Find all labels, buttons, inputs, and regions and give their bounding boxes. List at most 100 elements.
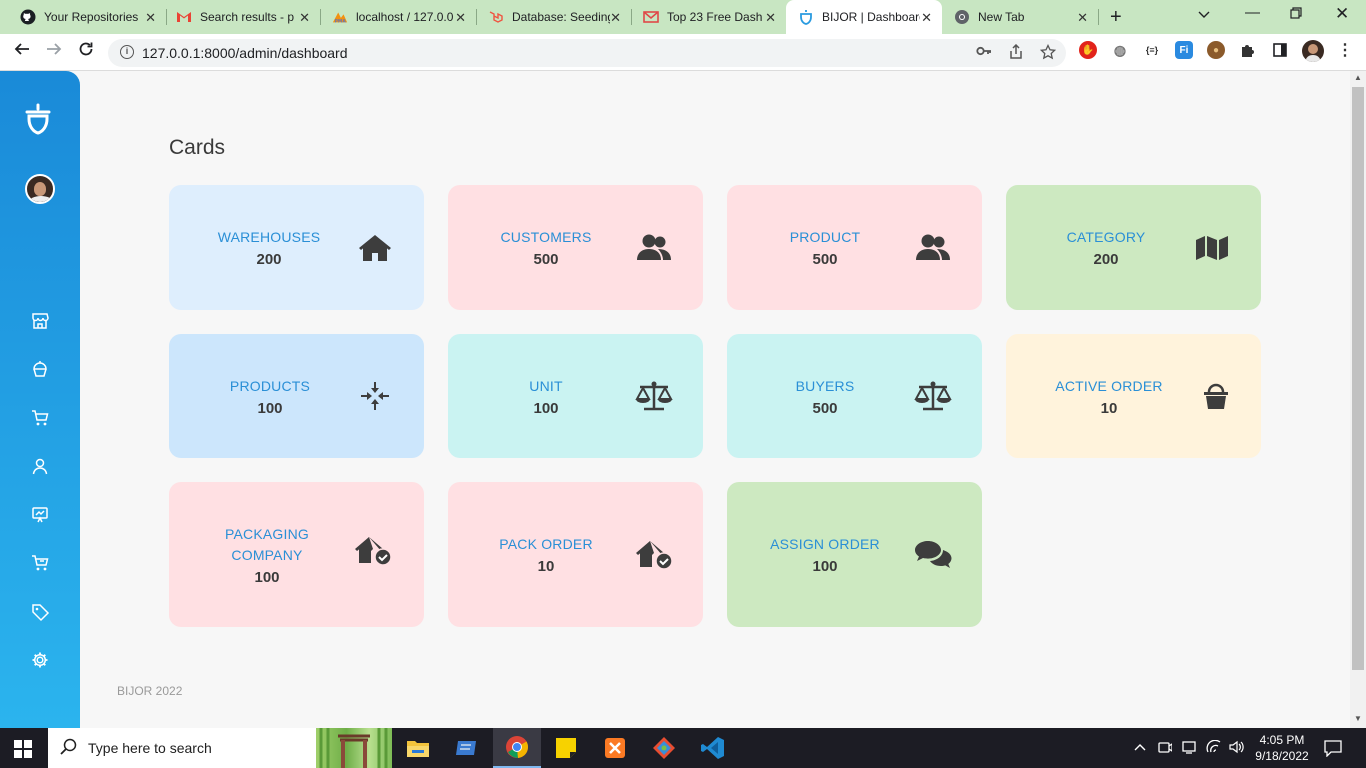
home-icon bbox=[356, 229, 394, 267]
unit-card[interactable]: UNIT 100 bbox=[448, 334, 703, 458]
cupcake-icon[interactable] bbox=[30, 359, 50, 379]
adblock-icon[interactable]: ✋ bbox=[1079, 41, 1097, 59]
key-icon[interactable] bbox=[976, 44, 992, 61]
tab-bijor-dashboard[interactable]: BIJOR | Dashboard ✕ bbox=[786, 0, 942, 34]
close-tab-icon[interactable]: ✕ bbox=[921, 10, 932, 26]
card-value: 200 bbox=[256, 251, 282, 268]
new-tab-icon[interactable]: + bbox=[1110, 6, 1122, 29]
packaging-company-card[interactable]: PACKAGING COMPANY 100 bbox=[169, 482, 424, 627]
side-panel-icon[interactable] bbox=[1271, 41, 1289, 59]
reload-icon[interactable] bbox=[78, 41, 94, 62]
cart-icon[interactable] bbox=[30, 553, 50, 573]
user-icon[interactable] bbox=[30, 456, 50, 476]
monitor-app-icon[interactable] bbox=[443, 728, 491, 768]
json-formatter-icon[interactable]: {≡} bbox=[1143, 41, 1161, 59]
git-gui-icon[interactable] bbox=[640, 728, 688, 768]
laravel-icon bbox=[488, 9, 504, 25]
acorn-icon bbox=[798, 9, 814, 25]
profile-avatar[interactable] bbox=[1302, 40, 1324, 62]
card-value: 100 bbox=[257, 399, 283, 417]
taskbar-search[interactable]: Type here to search bbox=[48, 728, 392, 768]
kebab-menu-icon[interactable]: ⋮ bbox=[1336, 41, 1354, 59]
scrollbar-thumb[interactable] bbox=[1352, 87, 1364, 670]
tab-database-seeding[interactable]: Database: Seeding ✕ bbox=[476, 0, 631, 34]
close-tab-icon[interactable]: ✕ bbox=[610, 10, 621, 26]
category-card[interactable]: CATEGORY 200 bbox=[1006, 185, 1261, 310]
tray-chevron-up-icon[interactable] bbox=[1134, 740, 1146, 755]
warehouses-card[interactable]: WAREHOUSES 200 bbox=[169, 185, 424, 310]
dashboard-main: Cards WAREHOUSES 200 CUSTOMERS 500 PRODUCT… bbox=[80, 71, 1350, 728]
windows-start-icon[interactable] bbox=[14, 740, 32, 763]
gear-icon[interactable] bbox=[30, 650, 50, 670]
tab-phpmyadmin[interactable]: PMA localhost / 127.0.0 ✕ bbox=[320, 0, 476, 34]
sticky-notes-icon[interactable] bbox=[542, 728, 590, 768]
camera-tray-icon[interactable] bbox=[1158, 740, 1173, 757]
file-explorer-icon[interactable] bbox=[394, 728, 442, 768]
tag-icon[interactable] bbox=[30, 602, 50, 622]
comments-icon bbox=[914, 536, 952, 574]
tab-new-tab[interactable]: New Tab ✕ bbox=[942, 0, 1098, 34]
wifi-icon[interactable] bbox=[1206, 739, 1222, 757]
product-card[interactable]: PRODUCT 500 bbox=[727, 185, 982, 310]
close-tab-icon[interactable]: ✕ bbox=[1077, 10, 1088, 26]
star-bookmark-icon[interactable] bbox=[1039, 43, 1057, 63]
sidebar bbox=[0, 71, 80, 728]
tab-top-23-free-dash[interactable]: Top 23 Free Dash ✕ bbox=[631, 0, 786, 34]
notification-icon[interactable] bbox=[1324, 739, 1342, 762]
card-value: 100 bbox=[254, 568, 280, 586]
page-scrollbar[interactable]: ▲ ▼ bbox=[1350, 71, 1366, 728]
forward-arrow-icon[interactable] bbox=[46, 41, 62, 62]
globe-icon[interactable]: ◍ bbox=[1111, 41, 1129, 59]
store-icon[interactable] bbox=[30, 311, 50, 331]
mail-icon bbox=[643, 9, 659, 25]
house-check-icon bbox=[354, 532, 392, 570]
close-tab-icon[interactable]: ✕ bbox=[145, 10, 156, 26]
card-label: ACTIVE ORDER bbox=[1055, 377, 1163, 394]
card-label: WAREHOUSES bbox=[217, 229, 321, 245]
system-clock[interactable]: 4:05 PM 9/18/2022 bbox=[1252, 732, 1312, 764]
cookie-icon[interactable]: ● bbox=[1207, 41, 1225, 59]
card-label: PACK ORDER bbox=[499, 536, 593, 552]
close-tab-icon[interactable]: ✕ bbox=[455, 10, 466, 26]
close-window-icon[interactable]: ✕ bbox=[1335, 4, 1349, 24]
avatar[interactable] bbox=[25, 174, 55, 204]
display-tray-icon[interactable] bbox=[1182, 740, 1196, 757]
puzzle-extensions-icon[interactable] bbox=[1239, 41, 1257, 59]
url-bar[interactable]: i 127.0.0.1:8000/admin/dashboard bbox=[108, 39, 1066, 67]
vscode-icon[interactable] bbox=[689, 728, 737, 768]
tab-search-results[interactable]: Search results - p ✕ bbox=[166, 0, 320, 34]
assign-order-card[interactable]: ASSIGN ORDER 100 bbox=[727, 482, 982, 627]
xampp-icon[interactable] bbox=[591, 728, 639, 768]
back-arrow-icon[interactable] bbox=[14, 41, 30, 62]
customers-card[interactable]: CUSTOMERS 500 bbox=[448, 185, 703, 310]
acorn-logo-icon[interactable] bbox=[24, 103, 52, 142]
restore-icon[interactable] bbox=[1290, 6, 1302, 23]
buyers-card[interactable]: BUYERS 500 bbox=[727, 334, 982, 458]
close-tab-icon[interactable]: ✕ bbox=[299, 10, 310, 26]
card-value: 10 bbox=[1100, 399, 1118, 417]
tab-title: New Tab bbox=[978, 10, 1025, 24]
active-order-card[interactable]: ACTIVE ORDER 10 bbox=[1006, 334, 1261, 458]
windows-taskbar: Type here to search 4:05 PM 9/18/2022 bbox=[0, 728, 1366, 768]
balance-scale-icon bbox=[914, 377, 952, 415]
presentation-icon[interactable] bbox=[30, 505, 50, 525]
tab-search-chevron-icon[interactable] bbox=[1198, 6, 1210, 23]
share-icon[interactable] bbox=[1008, 43, 1024, 63]
site-info-icon[interactable]: i bbox=[120, 45, 134, 59]
chrome-taskbar-icon[interactable] bbox=[493, 728, 541, 768]
users-icon bbox=[635, 229, 673, 267]
volume-icon[interactable] bbox=[1229, 740, 1245, 757]
cart-icon[interactable] bbox=[30, 408, 50, 428]
fi-extension-icon[interactable]: Fi bbox=[1175, 41, 1193, 59]
card-label: PRODUCT bbox=[789, 229, 861, 245]
clock-date: 9/18/2022 bbox=[1255, 749, 1309, 763]
close-tab-icon[interactable]: ✕ bbox=[765, 10, 776, 26]
tab-your-repositories[interactable]: Your Repositories ✕ bbox=[0, 0, 166, 34]
card-value: 200 bbox=[1093, 251, 1119, 268]
scroll-up-icon[interactable]: ▲ bbox=[1354, 73, 1362, 82]
products-card[interactable]: PRODUCTS 100 bbox=[169, 334, 424, 458]
pack-order-card[interactable]: PACK ORDER 10 bbox=[448, 482, 703, 627]
scroll-down-icon[interactable]: ▼ bbox=[1354, 714, 1362, 723]
search-highlight-image bbox=[316, 728, 392, 768]
minimize-icon[interactable]: — bbox=[1245, 4, 1260, 21]
